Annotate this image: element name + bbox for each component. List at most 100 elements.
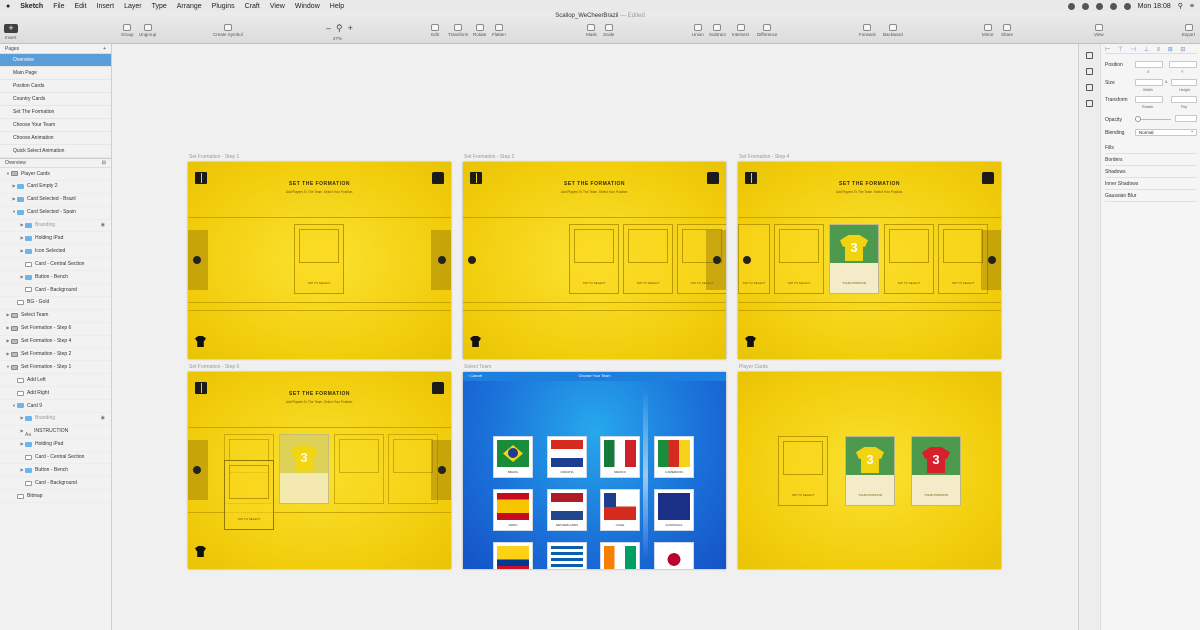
layer-row[interactable]: Add Left xyxy=(0,374,111,388)
share-button[interactable]: Share xyxy=(1001,24,1013,37)
dragged-card[interactable]: TAP TO SELECT xyxy=(224,460,274,530)
artboard-step-4[interactable]: SET THE FORMATION Add Players To The Tea… xyxy=(738,162,1001,359)
artboard-label[interactable]: Set Formation - Step 6 xyxy=(189,364,239,370)
transform-button[interactable]: Transform xyxy=(448,24,468,37)
player-card[interactable]: TAP TO SELECT xyxy=(884,224,934,294)
player-card-empty[interactable]: TAP TO SELECT xyxy=(778,436,828,506)
mask-button[interactable]: Mask xyxy=(586,24,597,37)
layer-row[interactable]: ▶ Branding ◉ xyxy=(0,220,111,233)
collapse-icon[interactable]: ⊟ xyxy=(102,160,106,166)
union-button[interactable]: Union xyxy=(692,24,704,37)
layer-row[interactable]: Card - Central Section xyxy=(0,258,111,272)
ungroup-button[interactable]: Ungroup xyxy=(139,24,156,37)
player-card-selected[interactable]: 3 YOUR POSITION xyxy=(829,224,879,294)
team-flag-card[interactable] xyxy=(493,542,533,569)
battery-icon[interactable] xyxy=(1123,2,1131,10)
artboard-label[interactable]: Set Formation - Step 4 xyxy=(739,154,789,160)
inspector-tab-icon[interactable] xyxy=(1086,52,1093,59)
layer-row[interactable]: ▶ Icon Selected xyxy=(0,245,111,259)
layout-icon[interactable] xyxy=(1086,68,1093,75)
page-item[interactable]: Quick Select Animation xyxy=(0,145,111,158)
status-icon[interactable] xyxy=(1081,2,1089,10)
group-button[interactable]: Group xyxy=(121,24,134,37)
visibility-icon[interactable]: ◉ xyxy=(101,219,105,232)
page-item[interactable]: Choose Your Team xyxy=(0,119,111,132)
team-flag-card[interactable]: MEXICO xyxy=(600,436,640,478)
intersect-button[interactable]: Intersect xyxy=(732,24,749,37)
rotate-field[interactable] xyxy=(1135,96,1163,103)
artboard-label[interactable]: Select Team xyxy=(464,364,491,370)
arrow-left-icon[interactable] xyxy=(468,256,476,264)
gaussian-blur-section[interactable]: Gaussian Blur xyxy=(1105,190,1197,202)
arrow-left-icon[interactable] xyxy=(193,466,201,474)
page-item[interactable]: Main Page xyxy=(0,67,111,80)
edit-button[interactable]: Edit xyxy=(431,24,439,37)
inner-shadows-section[interactable]: Inner Shadows xyxy=(1105,178,1197,190)
x-field[interactable] xyxy=(1135,61,1163,68)
page-item[interactable]: Positon Cards xyxy=(0,80,111,93)
menu-craft[interactable]: Craft xyxy=(245,3,260,10)
layer-row[interactable]: ▶ Select Team xyxy=(0,310,111,323)
team-flag-card[interactable]: CROATIA xyxy=(547,436,587,478)
team-flag-card[interactable] xyxy=(600,542,640,569)
zoom-control[interactable]: – ⚲ + xyxy=(326,23,353,34)
team-flag-card[interactable]: CAMEROON xyxy=(654,436,694,478)
fills-section[interactable]: Fills xyxy=(1105,142,1197,154)
artboard-label[interactable]: Set Formation - Step 1 xyxy=(189,154,239,160)
arrow-right-icon[interactable] xyxy=(988,256,996,264)
layer-row[interactable]: Add Right xyxy=(0,387,111,401)
layer-row[interactable]: ▶ Button - Bench xyxy=(0,271,111,285)
artboard-player-cards[interactable]: TAP TO SELECT 3 YOUR POSITION 3 YOUR POSIT… xyxy=(738,372,1001,569)
clock[interactable]: Mon 18:08 xyxy=(1138,3,1171,10)
player-card[interactable]: TAP TO SELECT xyxy=(294,224,344,294)
layer-row[interactable]: Card - Central Section xyxy=(0,452,111,465)
layer-row[interactable]: ▶ Set Formation - Step 2 xyxy=(0,348,111,362)
insert-button[interactable]: + xyxy=(4,24,18,33)
arrow-right-icon[interactable] xyxy=(713,256,721,264)
scale-button[interactable]: Scale xyxy=(603,24,614,37)
layer-row[interactable]: ▶ Set Formation - Step 6 xyxy=(0,323,111,336)
player-card-spain[interactable]: 3 YOUR POSITION xyxy=(911,436,961,506)
player-card[interactable] xyxy=(334,434,384,504)
export-button[interactable]: Export xyxy=(1182,24,1195,37)
arrow-left-icon[interactable] xyxy=(743,256,751,264)
align-toolbar[interactable]: ⊢ ⊤ ⊣ ⊥ ≡ ⊞ ⊟ xyxy=(1105,46,1197,54)
page-item[interactable]: Country Cards xyxy=(0,93,111,106)
artboard-step-1[interactable]: SET THE FORMATION Add Players To The Tea… xyxy=(188,162,451,359)
player-card[interactable]: TAP TO SELECT xyxy=(774,224,824,294)
shirt-icon[interactable] xyxy=(745,336,756,347)
menu-edit[interactable]: Edit xyxy=(74,3,86,10)
layer-row[interactable]: Card - Background xyxy=(0,477,111,491)
difference-button[interactable]: Difference xyxy=(757,24,777,37)
width-field[interactable] xyxy=(1135,79,1163,86)
team-flag-card[interactable] xyxy=(654,542,694,569)
rotate-button[interactable]: Rotate xyxy=(473,24,486,37)
artboard-step-6[interactable]: SET THE FORMATION Add Players To The Tea… xyxy=(188,372,451,569)
layer-row[interactable]: ▶ Card Empty 2 xyxy=(0,181,111,194)
layer-row[interactable]: ▼ Player Cards xyxy=(0,168,111,181)
layer-row[interactable]: ▶ Holding iPad xyxy=(0,232,111,246)
artboard-step-2[interactable]: SET THE FORMATION Add Players To The Tea… xyxy=(463,162,726,359)
create-symbol-button[interactable]: Create Symbol xyxy=(213,24,243,37)
notification-icon[interactable]: ≡ xyxy=(1190,3,1194,10)
layer-row[interactable]: BG - Gold xyxy=(0,297,111,310)
layer-row[interactable]: Card - Background xyxy=(0,284,111,297)
menu-window[interactable]: Window xyxy=(295,3,320,10)
grid-icon[interactable] xyxy=(1086,100,1093,107)
apple-icon[interactable]: ● xyxy=(6,3,10,10)
player-card-selected[interactable]: 3 xyxy=(279,434,329,504)
layer-row[interactable]: ▼ Card Selected - Spain xyxy=(0,207,111,220)
menu-file[interactable]: File xyxy=(53,3,64,10)
menu-help[interactable]: Help xyxy=(330,3,344,10)
mirror-button[interactable]: Mirror xyxy=(982,24,994,37)
page-item[interactable]: Set The Formation xyxy=(0,106,111,119)
layer-row[interactable]: ▶ Holding iPad xyxy=(0,439,111,452)
layer-row[interactable]: ▶ Branding ◉ xyxy=(0,413,111,426)
opacity-field[interactable] xyxy=(1175,115,1197,122)
team-flag-card[interactable]: AUSTRALIA xyxy=(654,489,694,531)
player-card[interactable]: TAP TO SELECT xyxy=(623,224,673,294)
shirt-icon[interactable] xyxy=(195,546,206,557)
add-page-button[interactable]: + xyxy=(103,46,106,52)
opacity-slider-thumb[interactable] xyxy=(1135,116,1141,122)
visibility-icon[interactable]: ◉ xyxy=(101,412,105,425)
